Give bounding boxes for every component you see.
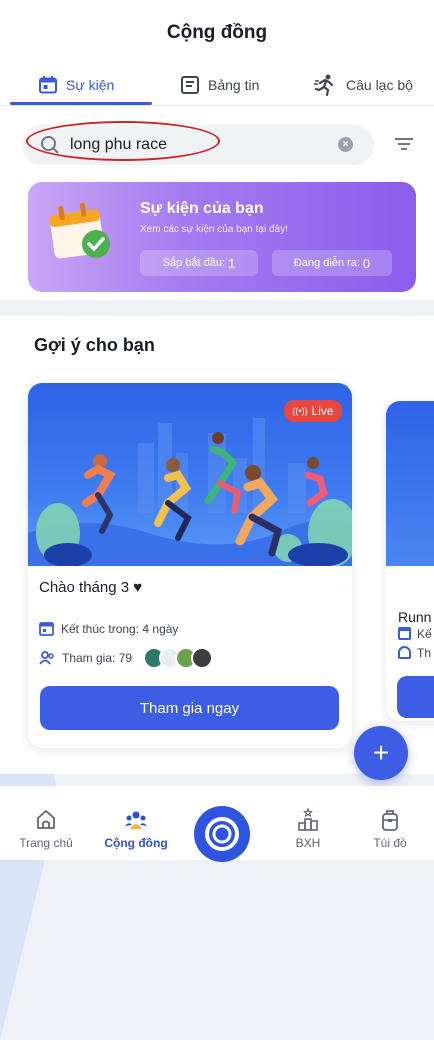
calendar-icon	[39, 76, 57, 94]
event-title: Runn	[398, 609, 432, 625]
upcoming-label: Sắp bắt đầu:	[162, 257, 226, 269]
tab-divider	[0, 105, 434, 106]
tab-clubs-label: Câu lạc bộ	[346, 77, 413, 93]
tab-bar: Sự kiện Bảng tin Câu lạc bộ	[0, 66, 434, 106]
participants-icon	[39, 651, 54, 665]
nav-community-label: Cộng đồng	[104, 836, 168, 850]
event-participants: Tham gia: 79	[39, 647, 223, 669]
avatar	[191, 647, 214, 669]
leaderboard-icon	[298, 808, 318, 831]
tab-clubs[interactable]: Câu lạc bộ	[314, 66, 413, 104]
nav-leaderboard-label: BXH	[295, 836, 321, 850]
event-card-partial[interactable]: Runn Kế Th	[386, 401, 434, 721]
banner-subtitle: Xem các sự kiện của bạn tại đây!	[140, 224, 288, 235]
event-end-time: Kết thúc trong: 4 ngày	[39, 621, 178, 636]
event-end-text: Kết thúc trong: 4 ngày	[61, 621, 179, 636]
add-event-button[interactable]: +	[354, 726, 408, 780]
live-badge: ((•)) Live	[284, 400, 342, 422]
tab-events-label: Sự kiện	[66, 77, 115, 93]
tab-newsfeed[interactable]: Bảng tin	[180, 66, 259, 104]
join-now-button[interactable]: Tham gia ngay	[40, 686, 339, 730]
record-icon	[205, 817, 239, 851]
event-end-time: Kế	[398, 627, 432, 641]
nav-bag[interactable]: Túi đồ	[350, 808, 430, 850]
tab-newsfeed-label: Bảng tin	[208, 77, 260, 93]
event-cover-image	[386, 401, 434, 566]
ongoing-label: Đang diễn ra:	[293, 257, 360, 269]
clear-search-icon[interactable]: ×	[338, 137, 353, 152]
your-events-banner[interactable]: Sự kiện của bạn Xem các sự kiện của bạn …	[28, 182, 416, 292]
plus-icon: +	[372, 737, 390, 768]
ongoing-count: 0	[362, 255, 371, 271]
live-badge-label: Live	[311, 404, 334, 418]
nav-leaderboard[interactable]: BXH	[268, 808, 348, 850]
runner-icon	[314, 74, 334, 96]
community-icon	[125, 811, 147, 829]
nav-home[interactable]: Trang chủ	[6, 808, 86, 850]
nav-bag-label: Túi đồ	[373, 836, 407, 850]
upcoming-count: 1	[228, 255, 236, 271]
event-participants: Th	[398, 646, 431, 660]
live-broadcast-icon: ((•))	[292, 406, 308, 416]
participant-avatars	[143, 647, 223, 669]
record-button[interactable]	[194, 806, 250, 862]
participants-count: Th	[417, 646, 432, 660]
annotation-circle	[26, 121, 220, 161]
event-title: Chào tháng 3 ♥	[39, 579, 143, 596]
calendar-small-icon	[398, 627, 411, 640]
suggestions-title: Gợi ý cho bạn	[34, 335, 155, 355]
calendar-check-icon	[49, 202, 110, 259]
nav-community[interactable]: Cộng đồng	[96, 808, 176, 850]
ongoing-events-pill[interactable]: Đang diễn ra: 0	[272, 250, 392, 276]
newsfeed-icon	[181, 76, 199, 94]
nav-home-label: Trang chủ	[19, 836, 73, 850]
event-end-text: Kế	[417, 627, 432, 641]
join-now-button[interactable]	[397, 676, 434, 718]
page-title: Cộng đồng	[166, 22, 268, 43]
participants-icon	[398, 646, 411, 659]
calendar-small-icon	[39, 622, 54, 636]
upcoming-events-pill[interactable]: Sắp bắt đầu: 1	[140, 250, 258, 276]
tab-events[interactable]: Sự kiện	[38, 66, 114, 104]
banner-title: Sự kiện của bạn	[140, 200, 264, 217]
bag-icon	[382, 810, 398, 831]
home-icon	[37, 810, 55, 829]
event-card[interactable]: ((•)) Live Chào tháng 3 ♥ Kết thúc trong…	[28, 383, 352, 748]
participants-count: Tham gia: 79	[62, 651, 133, 665]
filter-icon[interactable]	[393, 134, 415, 154]
